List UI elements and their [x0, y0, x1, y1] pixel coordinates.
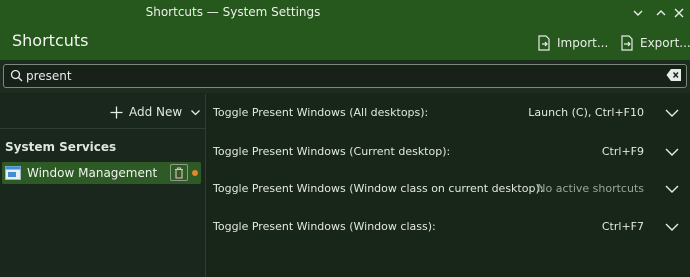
section-title: System Services — [5, 140, 117, 154]
shortcut-row[interactable]: Toggle Present Windows (Current desktop)… — [206, 133, 690, 170]
shortcut-keys: Ctrl+F7 — [601, 220, 644, 233]
sidebar-item-window-management[interactable]: Window Management — [2, 162, 201, 184]
chevron-down-icon[interactable] — [664, 106, 680, 120]
window-title: Shortcuts — System Settings — [145, 5, 321, 19]
search-box — [3, 64, 687, 88]
chevron-down-icon[interactable] — [664, 182, 680, 196]
category-sidebar: Add New System Services Window Managemen… — [0, 94, 206, 277]
shortcut-row[interactable]: Toggle Present Windows (All desktops): L… — [206, 94, 690, 131]
divider — [0, 128, 205, 129]
shortcut-keys: No active shortcuts — [537, 182, 644, 195]
shortcut-row[interactable]: Toggle Present Windows (Window class): C… — [206, 208, 690, 245]
shortcut-row[interactable]: Toggle Present Windows (Window class on … — [206, 170, 690, 207]
shortcut-keys: Ctrl+F9 — [601, 145, 644, 158]
trash-button[interactable] — [170, 164, 188, 181]
title-bar: Shortcuts — System Settings — [0, 0, 690, 26]
close-icon[interactable] — [670, 4, 688, 22]
import-icon — [538, 35, 550, 51]
clear-icon[interactable] — [666, 68, 682, 82]
add-new-label: Add New — [129, 105, 183, 119]
add-new-button[interactable]: Add New — [110, 103, 201, 121]
search-input[interactable] — [26, 67, 646, 85]
shortcut-name: Toggle Present Windows (Window class on … — [213, 182, 544, 195]
import-label: Import... — [557, 36, 609, 50]
chevron-down-icon[interactable] — [629, 4, 647, 22]
trash-icon — [175, 166, 183, 179]
export-label: Export... — [640, 36, 690, 50]
shortcut-keys: Launch (C), Ctrl+F10 — [528, 106, 644, 119]
import-button[interactable]: Import... — [537, 32, 608, 54]
shortcut-name: Toggle Present Windows (Current desktop)… — [213, 145, 451, 158]
chevron-down-icon[interactable] — [664, 220, 680, 234]
shortcut-list: Toggle Present Windows (All desktops): L… — [206, 94, 690, 277]
search-bar — [0, 60, 690, 93]
shortcut-name: Toggle Present Windows (Window class): — [213, 220, 436, 233]
export-button[interactable]: Export... — [620, 32, 690, 54]
shortcut-name: Toggle Present Windows (All desktops): — [213, 106, 429, 119]
sidebar-item-label: Window Management — [27, 166, 158, 180]
chevron-down-icon[interactable] — [664, 145, 680, 159]
chevron-down-icon — [191, 109, 201, 115]
plus-icon — [110, 106, 123, 118]
minimize-icon[interactable] — [652, 4, 670, 22]
modified-indicator — [192, 170, 198, 176]
header: Shortcuts Import... Export... — [0, 26, 690, 60]
app-window-icon — [5, 166, 21, 180]
search-icon — [10, 69, 23, 82]
export-icon — [621, 35, 633, 51]
page-title: Shortcuts — [12, 31, 89, 50]
